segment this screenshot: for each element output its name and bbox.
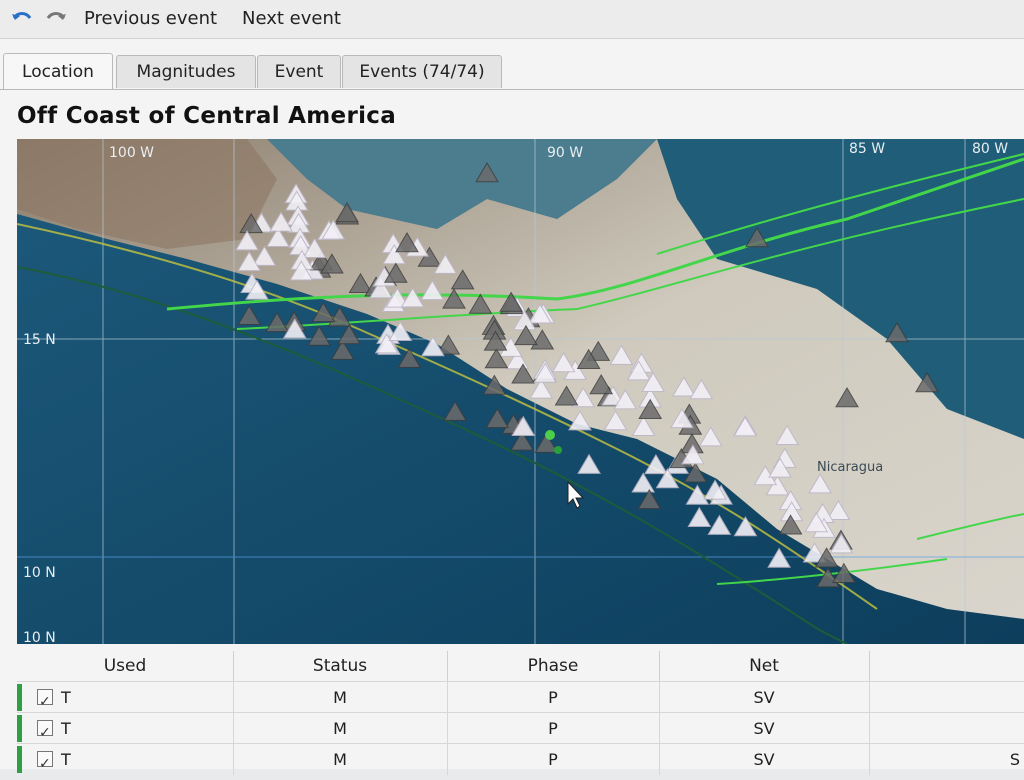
map-canvas[interactable]: 100 W 90 W 85 W 80 W 15 N 10 N 10 N Nica… — [17, 139, 1024, 644]
status-cell: M — [233, 682, 448, 713]
status-cell: M — [233, 713, 448, 744]
lon-label-80w: 80 W — [972, 141, 1008, 157]
table-row[interactable]: T M P SV S — [17, 743, 1024, 780]
column-header-net[interactable]: Net — [659, 651, 870, 681]
tab-events[interactable]: Events (74/74) — [342, 55, 502, 88]
used-indicator — [17, 684, 22, 711]
column-header-status[interactable]: Status — [233, 651, 448, 681]
column-header-phase[interactable]: Phase — [447, 651, 660, 681]
net-cell: SV — [659, 682, 870, 713]
tab-location[interactable]: Location — [3, 53, 113, 90]
event-panel: Location Magnitudes Event Events (74/74)… — [0, 38, 1024, 780]
lat-label-10n: 10 N — [23, 565, 56, 581]
phase-table: Used Status Phase Net T M P SV T M P SV — [17, 651, 1024, 780]
previous-event-button[interactable]: Previous event — [84, 6, 217, 32]
used-cell: T — [17, 713, 234, 749]
used-type: T — [61, 719, 71, 738]
next-event-button[interactable]: Next event — [242, 6, 341, 32]
lat-label-15n: 15 N — [23, 332, 56, 348]
region-title: Off Coast of Central America — [17, 103, 397, 129]
used-type: T — [61, 688, 71, 707]
status-cell: M — [233, 744, 448, 775]
used-indicator — [17, 746, 22, 773]
epicenter-marker-alt[interactable] — [554, 446, 562, 454]
tab-event[interactable]: Event — [257, 55, 341, 88]
used-type: T — [61, 750, 71, 769]
used-checkbox[interactable] — [37, 749, 53, 780]
lat-label-10n-bottom: 10 N — [23, 630, 56, 644]
tab-bar: Location Magnitudes Event Events (74/74) — [0, 53, 1024, 90]
net-cell: SV — [659, 713, 870, 744]
used-cell: T — [17, 744, 234, 780]
phase-cell: P — [447, 713, 660, 744]
toolbar: Previous event Next event — [0, 0, 1024, 38]
table-row[interactable]: T M P SV — [17, 712, 1024, 749]
back-arrow-icon[interactable] — [8, 4, 36, 32]
phase-cell: P — [447, 744, 660, 775]
table-row[interactable]: T M P SV — [17, 681, 1024, 718]
column-header-station[interactable] — [869, 651, 1024, 681]
forward-arrow-icon[interactable] — [42, 4, 70, 32]
tab-magnitudes[interactable]: Magnitudes — [116, 55, 256, 88]
lon-label-100w: 100 W — [109, 145, 154, 161]
epicenter-marker[interactable] — [545, 430, 555, 440]
place-label: Nicaragua — [817, 460, 883, 475]
used-checkbox[interactable] — [37, 718, 53, 749]
event-map[interactable]: 100 W 90 W 85 W 80 W 15 N 10 N 10 N Nica… — [17, 139, 1024, 644]
lon-label-85w: 85 W — [849, 141, 885, 157]
lon-label-90w: 90 W — [547, 145, 583, 161]
used-checkbox[interactable] — [37, 687, 53, 718]
station-cell: S — [1009, 750, 1020, 769]
phase-cell: P — [447, 682, 660, 713]
used-cell: T — [17, 682, 234, 718]
net-cell: SV — [659, 744, 870, 775]
used-indicator — [17, 715, 22, 742]
tab-divider — [0, 89, 1024, 90]
column-header-used[interactable]: Used — [17, 651, 234, 681]
